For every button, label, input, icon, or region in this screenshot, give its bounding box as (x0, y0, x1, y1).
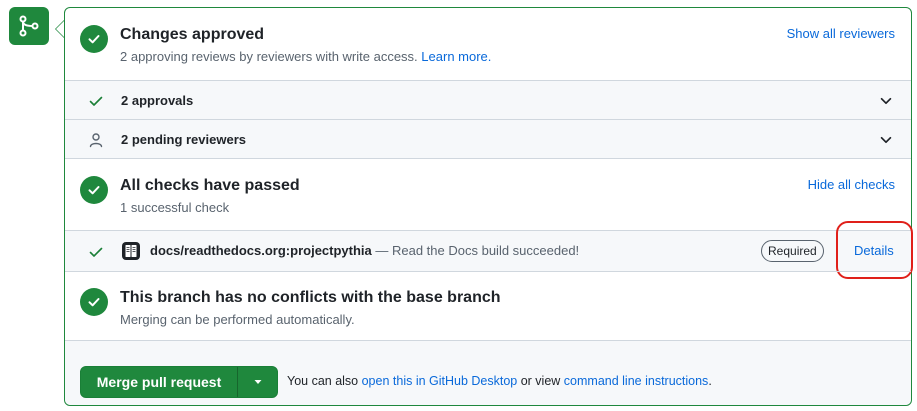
learn-more-link[interactable]: Learn more. (421, 49, 491, 64)
check-context: docs/readthedocs.org:projectpythia (150, 243, 372, 258)
approvals-label: 2 approvals (121, 93, 194, 108)
check-row: docs/readthedocs.org:projectpythia — Rea… (65, 221, 913, 279)
merge-pull-request-button[interactable]: Merge pull request (81, 367, 238, 397)
check-icon (89, 247, 103, 257)
check-circle-icon (80, 288, 108, 316)
command-line-instructions-link[interactable]: command line instructions (564, 374, 709, 388)
merge-pull-request-button-group: Merge pull request (80, 366, 278, 398)
show-all-reviewers-link[interactable]: Show all reviewers (787, 26, 895, 41)
pending-reviewers-label: 2 pending reviewers (121, 132, 246, 147)
approvals-row[interactable]: 2 approvals (65, 80, 911, 119)
merge-note: You can also open this in GitHub Desktop… (287, 374, 712, 388)
chevron-down-icon[interactable] (879, 94, 893, 108)
triangle-down-icon (254, 380, 261, 384)
person-icon (89, 133, 103, 148)
git-merge-icon (9, 7, 49, 45)
pending-reviewers-row[interactable]: 2 pending reviewers (65, 119, 911, 158)
check-circle-icon (80, 176, 108, 204)
merge-section: Merge pull request You can also open thi… (65, 340, 911, 405)
changes-approved-section: Changes approved 2 approving reviews by … (65, 8, 911, 80)
merge-box: Changes approved 2 approving reviews by … (64, 7, 913, 406)
hide-all-checks-link[interactable]: Hide all checks (808, 177, 895, 192)
merge-note-middle: or view (517, 374, 564, 388)
merge-note-suffix: . (708, 374, 712, 388)
github-desktop-link[interactable]: open this in GitHub Desktop (362, 374, 518, 388)
no-conflicts-title: This branch has no conflicts with the ba… (120, 289, 501, 306)
approved-subtitle-text: 2 approving reviews by reviewers with wr… (120, 49, 418, 64)
no-conflicts-subtitle: Merging can be performed automatically. (120, 312, 355, 327)
check-description: — Read the Docs build succeeded! (371, 243, 580, 258)
details-link[interactable]: Details (854, 243, 894, 258)
chevron-down-icon[interactable] (879, 133, 893, 147)
no-conflicts-section: This branch has no conflicts with the ba… (65, 271, 911, 340)
merge-note-prefix: You can also (287, 374, 362, 388)
changes-approved-subtitle: 2 approving reviews by reviewers with wr… (120, 49, 491, 64)
panel-pointer (55, 20, 64, 38)
checks-subtitle: 1 successful check (120, 200, 230, 215)
checks-title: All checks have passed (120, 177, 300, 194)
changes-approved-title: Changes approved (120, 26, 265, 43)
check-name: docs/readthedocs.org:projectpythia — Rea… (150, 243, 579, 258)
check-icon (89, 96, 103, 106)
merge-options-dropdown[interactable] (238, 367, 277, 397)
readthedocs-icon (122, 242, 140, 260)
checks-section: All checks have passed 1 successful chec… (65, 158, 911, 230)
check-circle-icon (80, 25, 108, 53)
required-badge: Required (761, 240, 824, 262)
